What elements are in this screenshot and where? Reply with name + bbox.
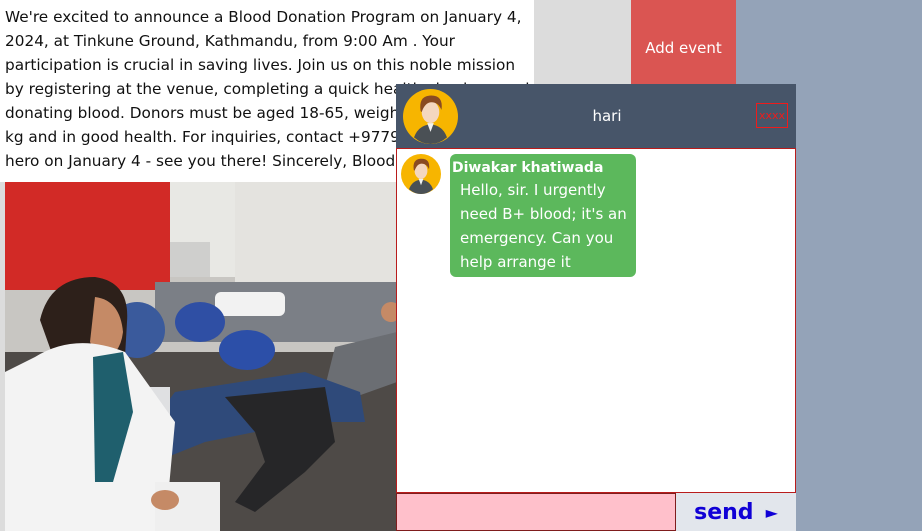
message-input[interactable]	[396, 493, 676, 531]
message-list: Diwakar khatiwada Hello, sir. I urgently…	[396, 148, 796, 493]
send-button[interactable]: send ►	[676, 493, 796, 531]
contact-avatar	[403, 89, 458, 144]
send-label: send	[694, 499, 754, 525]
sender-avatar	[401, 154, 441, 194]
close-chat-button[interactable]: xxxx	[756, 103, 788, 128]
add-event-button[interactable]: Add event	[631, 0, 736, 96]
chat-header: hari xxxx	[396, 84, 796, 148]
composer: send ►	[396, 493, 796, 531]
message-bubble: Diwakar khatiwada Hello, sir. I urgently…	[450, 154, 636, 277]
blood-donation-photo	[5, 182, 397, 531]
message-text: Hello, sir. I urgently need B+ blood; it…	[460, 181, 627, 271]
contact-name: hari	[592, 107, 622, 125]
send-arrow-icon: ►	[765, 502, 778, 522]
message-sender: Diwakar khatiwada	[452, 160, 604, 176]
chat-window: hari xxxx Diwakar khatiwada Hello, sir. …	[396, 84, 796, 531]
